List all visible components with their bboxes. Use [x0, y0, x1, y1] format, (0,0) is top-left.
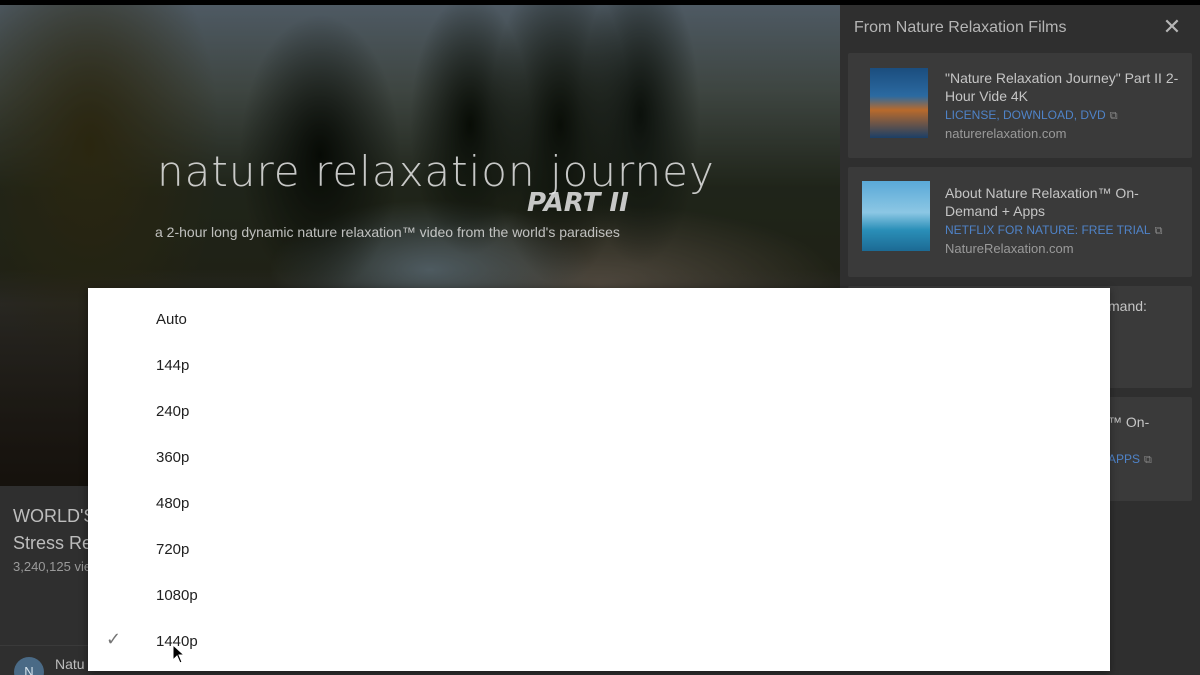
- quality-option-auto[interactable]: Auto: [88, 296, 1110, 342]
- quality-option-144p[interactable]: 144p: [88, 342, 1110, 388]
- channel-avatar[interactable]: N: [14, 657, 44, 675]
- card-title-fragment[interactable]: mand:: [1108, 298, 1147, 314]
- info-card[interactable]: "Nature Relaxation Journey" Part II 2-Ho…: [848, 53, 1192, 158]
- quality-option-1080p[interactable]: 1080p: [88, 572, 1110, 618]
- external-link-icon: ⧉: [1144, 454, 1152, 466]
- external-link-icon: ⧉: [1154, 225, 1163, 237]
- view-count: 3,240,125 vie: [13, 559, 92, 574]
- card-title[interactable]: "Nature Relaxation Journey" Part II 2-Ho…: [945, 69, 1185, 105]
- video-overlay-subtitle: a 2-hour long dynamic nature relaxation™…: [155, 224, 620, 240]
- quality-option-label: 1080p: [156, 587, 198, 604]
- card-title-fragment[interactable]: ™ On-: [1108, 414, 1149, 430]
- card-title[interactable]: About Nature Relaxation™ On-Demand + App…: [945, 184, 1185, 220]
- quality-option-label: Auto: [156, 311, 187, 328]
- info-card[interactable]: About Nature Relaxation™ On-Demand + App…: [848, 167, 1192, 277]
- channel-name[interactable]: Natu: [55, 656, 85, 672]
- card-link-fragment[interactable]: APPS ⧉: [1108, 452, 1152, 467]
- card-domain: naturerelaxation.com: [945, 126, 1067, 141]
- quality-option-1440p[interactable]: ✓ 1440p: [88, 618, 1110, 664]
- quality-option-label: 480p: [156, 495, 190, 512]
- quality-option-label: 720p: [156, 541, 190, 558]
- quality-option-480p[interactable]: 480p: [88, 480, 1110, 526]
- card-domain: NatureRelaxation.com: [945, 241, 1074, 256]
- quality-option-240p[interactable]: 240p: [88, 388, 1110, 434]
- mouse-cursor-icon: [172, 644, 186, 664]
- quality-option-label: 240p: [156, 403, 190, 420]
- quality-option-label: 144p: [156, 357, 190, 374]
- card-thumbnail: [870, 68, 928, 138]
- quality-option-720p[interactable]: 720p: [88, 526, 1110, 572]
- card-link[interactable]: LICENSE, DOWNLOAD, DVD ⧉: [945, 108, 1185, 123]
- checkmark-icon: ✓: [106, 629, 122, 649]
- quality-option-360p[interactable]: 360p: [88, 434, 1110, 480]
- sidebar-title: From Nature Relaxation Films: [854, 19, 1067, 36]
- close-icon[interactable]: ✕: [1160, 15, 1184, 39]
- quality-menu: Auto 144p 240p 360p 480p 720p 1080p ✓ 14…: [88, 288, 1110, 671]
- card-link[interactable]: NETFLIX FOR NATURE: FREE TRIAL ⧉: [945, 223, 1185, 238]
- external-link-icon: ⧉: [1109, 110, 1118, 122]
- card-thumbnail: [862, 181, 930, 251]
- video-overlay-part: PART II: [527, 188, 629, 218]
- video-overlay-title: nature relaxation journey: [157, 147, 715, 196]
- quality-option-label: 360p: [156, 449, 190, 466]
